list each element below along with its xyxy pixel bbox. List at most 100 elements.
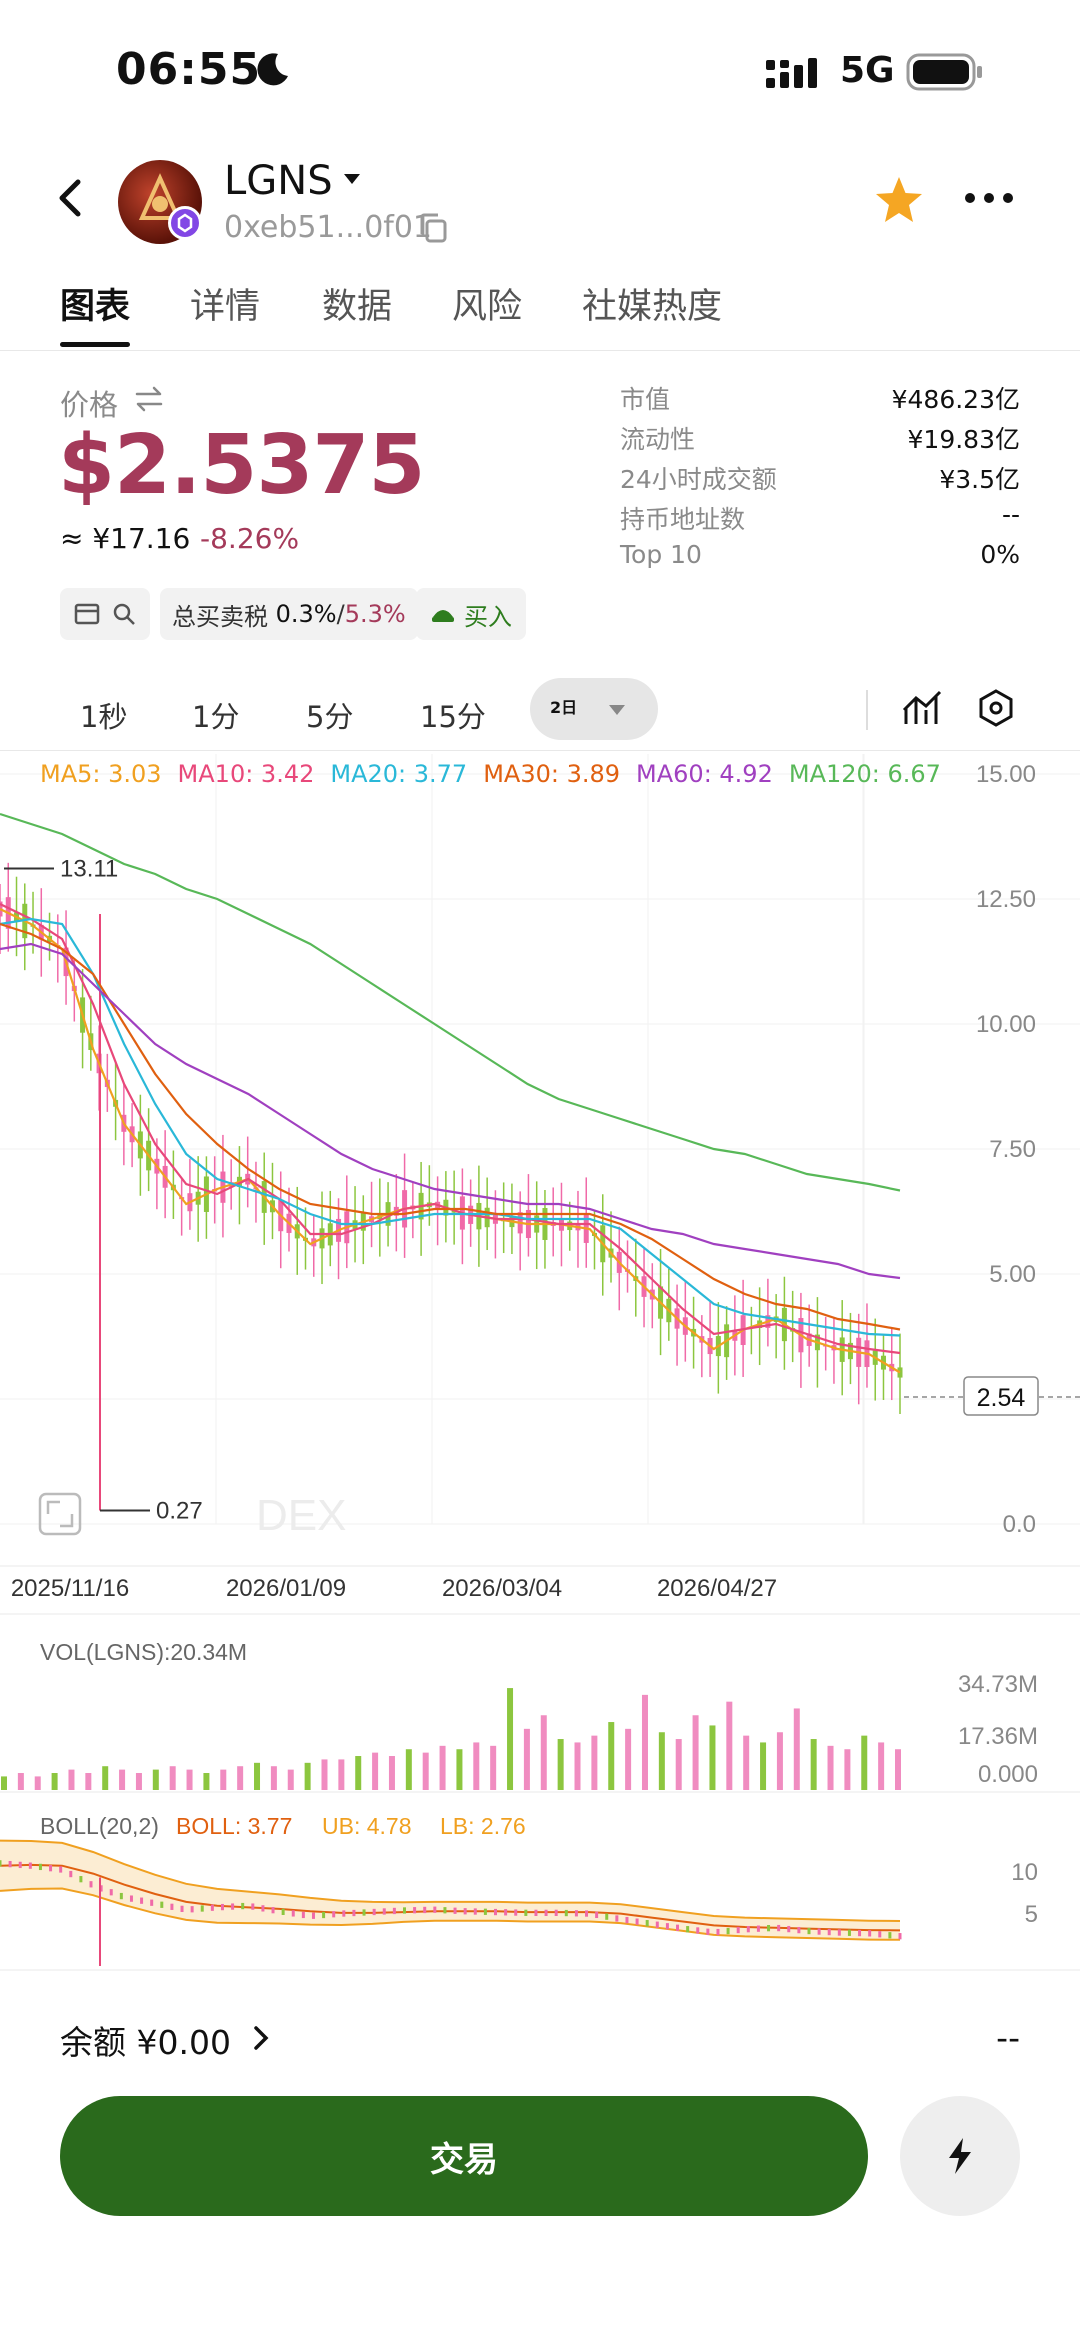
- ma120-line: [0, 812, 901, 1192]
- timeframe-1m[interactable]: 1分: [192, 694, 239, 736]
- dropdown-caret-icon[interactable]: [342, 172, 362, 186]
- tools-pill[interactable]: [60, 588, 150, 640]
- tab-details[interactable]: 详情: [190, 278, 260, 329]
- volume-bar: [270, 1766, 277, 1790]
- volume-bar: [625, 1728, 632, 1790]
- moon-icon: [257, 53, 288, 86]
- boll-chart: BOLL(20,2) BOLL: 3.77 UB: 4.78 LB: 2.76 10 5: [0, 1813, 1038, 1966]
- hat-icon: [432, 610, 454, 622]
- tax-pill[interactable]: 总买卖税 0.3%/5.3%: [160, 588, 418, 640]
- volume-tick: 34.73M: [958, 1671, 1038, 1698]
- sell-tax: 5.3%: [344, 600, 406, 628]
- ma60-legend: MA60: 4.92: [636, 760, 773, 788]
- chart-grid: 15.0012.5010.007.505.002.500.02025/11/16…: [0, 754, 1080, 1971]
- token-address: 0xeb51...0f01: [224, 210, 433, 245]
- stat-label: 24小时成交额: [620, 465, 777, 494]
- volume-bar: [287, 1769, 294, 1790]
- price-chart[interactable]: 15.0012.5010.007.505.002.500.02025/11/16…: [0, 752, 1080, 1972]
- boll-tick: 5: [1025, 1901, 1038, 1928]
- favorite-star-icon[interactable]: [872, 174, 926, 228]
- more-icon[interactable]: [964, 192, 1014, 204]
- volume-bar: [675, 1739, 682, 1790]
- volume-bar: [895, 1749, 901, 1790]
- lightning-icon: [949, 2138, 971, 2174]
- swap-icon[interactable]: [134, 386, 164, 412]
- volume-bar: [743, 1735, 750, 1790]
- boll-ub: UB: 4.78: [322, 1813, 412, 1839]
- volume-bar: [422, 1752, 429, 1790]
- stat-value: 0%: [980, 540, 1020, 569]
- price-change: -8.26%: [200, 522, 300, 555]
- copy-icon[interactable]: [418, 212, 448, 244]
- volume-chart: VOL(LGNS):20.34M 34.73M 17.36M 0.000: [1, 1639, 1038, 1790]
- volume-bar: [405, 1749, 412, 1790]
- volume-bar: [68, 1769, 75, 1790]
- chevron-down-icon[interactable]: [608, 704, 626, 716]
- volume-bar: [169, 1766, 176, 1790]
- y-tick-label: 0.0: [1003, 1511, 1036, 1538]
- tab-data[interactable]: 数据: [322, 278, 392, 329]
- volume-bar: [540, 1715, 547, 1790]
- watermark: DEX: [256, 1491, 346, 1540]
- volume-bar: [338, 1759, 345, 1790]
- volume-bar: [439, 1745, 446, 1790]
- divider: [0, 750, 1080, 751]
- volume-label: VOL(LGNS):20.34M: [40, 1639, 247, 1665]
- volume-bar: [1, 1776, 7, 1790]
- volume-bar: [726, 1701, 733, 1790]
- buy-label: 买入: [464, 602, 512, 631]
- volume-bar: [102, 1766, 109, 1790]
- timeframe-2d[interactable]: 2日: [550, 694, 577, 718]
- token-name[interactable]: LGNS: [224, 158, 333, 204]
- low-label: 0.27: [156, 1498, 203, 1525]
- tax-separator: /: [336, 600, 345, 628]
- chevron-right-icon[interactable]: [252, 2024, 270, 2052]
- price-cny: ≈ ¥17.16: [60, 522, 191, 555]
- volume-bar: [658, 1732, 665, 1790]
- battery-icon: [906, 53, 982, 91]
- high-label: 13.11: [60, 856, 118, 883]
- tab-risk[interactable]: 风险: [452, 278, 522, 329]
- quick-trade-button[interactable]: [900, 2096, 1020, 2216]
- active-tab-indicator: [60, 342, 130, 347]
- divider: [866, 690, 868, 730]
- tab-chart[interactable]: 图表: [60, 278, 130, 329]
- timeframe-15m[interactable]: 15分: [420, 694, 486, 736]
- stat-label: 流动性: [620, 425, 696, 454]
- last-price-label: 2.54: [977, 1384, 1026, 1412]
- volume-bar: [827, 1745, 834, 1790]
- y-tick-label: 10.00: [976, 1011, 1036, 1038]
- buy-tax: 0.3%: [275, 600, 337, 628]
- back-icon[interactable]: [56, 178, 86, 218]
- volume-bar: [355, 1756, 362, 1790]
- volume-bar: [51, 1773, 58, 1790]
- balance-label[interactable]: 余额 ¥0.00: [60, 2016, 231, 2064]
- settings-icon[interactable]: [976, 688, 1016, 728]
- boll-lb: LB: 2.76: [440, 1813, 526, 1839]
- volume-tick: 17.36M: [958, 1723, 1038, 1750]
- boll-tick: 10: [1011, 1859, 1038, 1886]
- buy-pill[interactable]: 买入: [416, 588, 526, 640]
- candles: [0, 862, 903, 1511]
- ma10-legend: MA10: 3.42: [177, 760, 315, 788]
- timeframe-5m[interactable]: 5分: [306, 694, 353, 736]
- y-tick-label: 12.50: [976, 886, 1036, 913]
- boll-band: [0, 1840, 900, 1940]
- timeframe-1s[interactable]: 1秒: [80, 694, 127, 736]
- search-icon[interactable]: [112, 602, 136, 626]
- volume-bar: [254, 1762, 261, 1790]
- volume-bar: [34, 1776, 41, 1790]
- stat-label: 持币地址数: [620, 505, 746, 534]
- x-tick-label: 2025/11/16: [11, 1575, 129, 1602]
- volume-bar: [237, 1766, 244, 1790]
- current-price: $2.5375: [58, 418, 425, 513]
- stat-value: --: [1001, 500, 1020, 529]
- tab-social[interactable]: 社媒热度: [582, 278, 722, 329]
- stat-label: Top 10: [620, 540, 702, 569]
- browser-icon[interactable]: [74, 603, 100, 625]
- volume-bar: [574, 1742, 581, 1790]
- indicator-icon[interactable]: [902, 688, 942, 728]
- stat-value: ¥3.5亿: [939, 465, 1020, 494]
- signal-icon: [766, 58, 817, 88]
- trade-button[interactable]: 交易: [60, 2096, 868, 2216]
